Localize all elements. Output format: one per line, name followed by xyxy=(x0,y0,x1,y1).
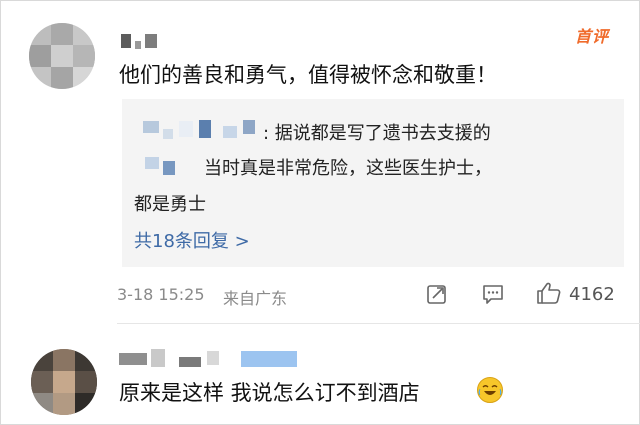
reply-text: : 据说都是写了遗书去支援的 xyxy=(263,123,491,144)
view-all-replies-link[interactable]: 共18条回复 > xyxy=(134,227,250,253)
redaction-block xyxy=(119,353,147,365)
redaction-block xyxy=(143,121,159,133)
redaction-block xyxy=(223,126,237,138)
laughing-crying-emoji-icon xyxy=(477,377,503,403)
redaction-block xyxy=(179,357,201,367)
redaction-block xyxy=(145,157,159,169)
redaction-block xyxy=(241,351,297,367)
like-count: 4162 xyxy=(569,284,615,305)
comment-location: 来自广东 xyxy=(223,289,288,308)
redaction-block xyxy=(179,121,193,137)
reply-text: 都是勇士 xyxy=(134,194,206,215)
comment-divider xyxy=(117,323,640,324)
avatar[interactable] xyxy=(31,349,97,415)
avatar[interactable] xyxy=(29,23,95,89)
redaction-block xyxy=(163,129,173,139)
comment-timestamp: 3-18 15:25 xyxy=(117,285,205,304)
reply-text: 当时真是非常危险，这些医生护士， xyxy=(204,158,492,179)
share-icon[interactable] xyxy=(426,283,448,309)
redaction-block xyxy=(135,41,141,49)
like-icon[interactable] xyxy=(536,281,562,309)
redaction-block xyxy=(207,351,219,365)
comment-text: 他们的善良和勇气，值得被怀念和敬重！ xyxy=(119,63,497,87)
comment-feed: 首评 他们的善良和勇气，值得被怀念和敬重！ : 据说都是写了遗书去支援的 当时真… xyxy=(0,0,640,425)
redaction-block xyxy=(145,34,157,48)
redaction-block xyxy=(151,349,165,367)
comment-text: 原来是这样 我说怎么订不到酒店 xyxy=(119,381,420,405)
comment-icon[interactable] xyxy=(481,283,505,309)
redaction-block xyxy=(243,120,255,134)
redaction-block xyxy=(163,161,175,175)
first-comment-badge: 首评 xyxy=(575,27,610,46)
redaction-block xyxy=(121,34,131,48)
redaction-block xyxy=(199,120,211,138)
